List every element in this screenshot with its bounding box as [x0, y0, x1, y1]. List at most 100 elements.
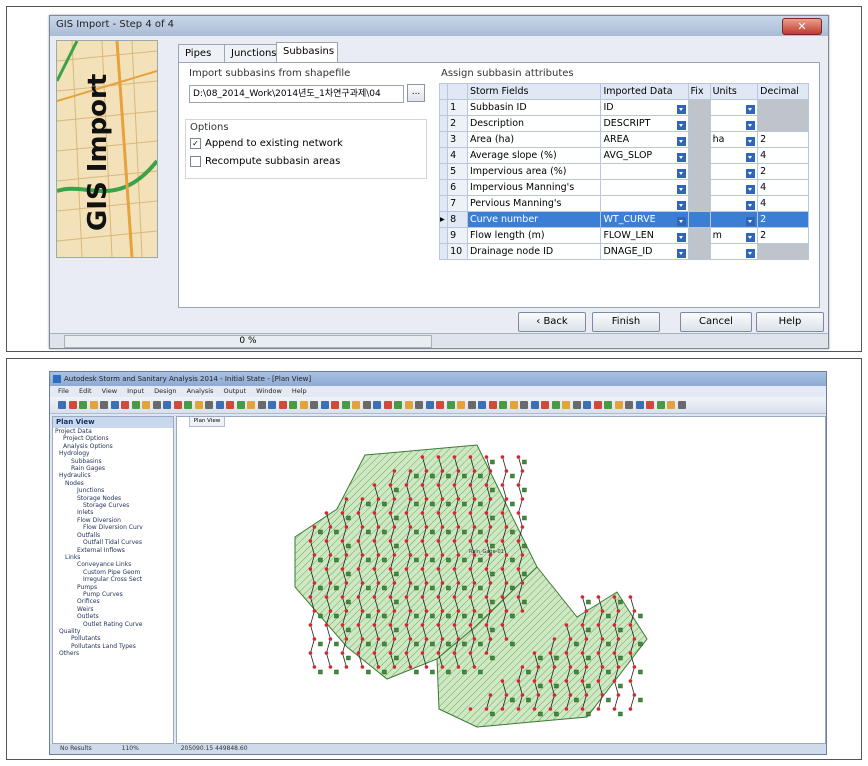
junction-node[interactable] — [388, 511, 393, 515]
subbasin-marker[interactable] — [346, 599, 351, 605]
junction-node[interactable] — [328, 609, 333, 613]
subbasin-marker[interactable] — [446, 529, 451, 535]
subbasin-marker[interactable] — [586, 627, 591, 633]
junction-node[interactable] — [600, 693, 605, 697]
junction-node[interactable] — [616, 693, 621, 697]
junction-node[interactable] — [392, 497, 397, 501]
toolbar-button-icon[interactable] — [236, 401, 245, 409]
dropdown-arrow-icon[interactable] — [676, 136, 686, 146]
junction-node[interactable] — [376, 665, 381, 669]
junction-node[interactable] — [520, 693, 525, 697]
shapefile-path-input[interactable]: D:\08_2014_Work\2014년도_1차연구과제\04 — [189, 85, 404, 103]
tab-pipes[interactable]: Pipes — [178, 44, 226, 62]
menu-edit[interactable]: Edit — [79, 387, 92, 395]
junction-node[interactable] — [612, 651, 617, 655]
dropdown-arrow-icon[interactable] — [746, 152, 756, 162]
junction-node[interactable] — [388, 539, 393, 543]
subbasin-marker[interactable] — [618, 627, 623, 633]
grid-row-10[interactable]: 10 Drainage node ID DNAGE_ID — [438, 243, 809, 260]
subbasin-marker[interactable] — [638, 669, 643, 675]
junction-node[interactable] — [436, 567, 441, 571]
junction-node[interactable] — [596, 679, 601, 683]
subbasin-marker[interactable] — [394, 655, 399, 661]
junction-node[interactable] — [424, 497, 429, 501]
junction-node[interactable] — [468, 595, 473, 599]
toolbar-button-icon[interactable] — [394, 401, 402, 409]
imported-data-cell[interactable]: AVG_SLOP — [600, 147, 689, 164]
junction-node[interactable] — [584, 637, 589, 641]
units-cell[interactable] — [709, 179, 759, 196]
toolbar-button-icon[interactable] — [530, 401, 539, 409]
subbasin-marker[interactable] — [382, 641, 387, 647]
subbasin-marker[interactable] — [366, 501, 371, 507]
pipe-link[interactable] — [310, 652, 315, 668]
junction-node[interactable] — [516, 679, 521, 683]
junction-node[interactable] — [372, 651, 377, 655]
subbasin-marker[interactable] — [586, 683, 591, 689]
subbasin-marker[interactable] — [334, 669, 339, 675]
menu-input[interactable]: Input — [127, 387, 144, 395]
junction-node[interactable] — [404, 567, 409, 571]
dropdown-arrow-icon[interactable] — [746, 216, 756, 226]
pipe-link[interactable] — [502, 456, 507, 472]
junction-node[interactable] — [372, 511, 377, 515]
junction-node[interactable] — [328, 581, 333, 585]
subbasin-marker[interactable] — [346, 571, 351, 577]
junction-node[interactable] — [600, 665, 605, 669]
grid-row-5[interactable]: 5 Impervious area (%) 2 — [438, 163, 809, 180]
subbasin-marker[interactable] — [366, 613, 371, 619]
toolbar-button-icon[interactable] — [551, 401, 560, 409]
toolbar-button-icon[interactable] — [247, 401, 255, 409]
subbasin-marker[interactable] — [394, 487, 399, 493]
tree-item[interactable]: Pollutants — [53, 635, 173, 642]
junction-node[interactable] — [516, 455, 521, 459]
junction-node[interactable] — [568, 693, 573, 697]
subbasin-marker[interactable] — [382, 529, 387, 535]
cancel-button[interactable]: Cancel — [680, 312, 752, 332]
junction-node[interactable] — [408, 469, 413, 473]
junction-node[interactable] — [312, 553, 317, 557]
drainage-network-map[interactable]: Rain_Gage-01 — [177, 417, 825, 743]
junction-node[interactable] — [328, 665, 333, 669]
junction-node[interactable] — [580, 651, 585, 655]
toolbar-button-icon[interactable] — [415, 401, 423, 409]
junction-node[interactable] — [456, 637, 461, 641]
junction-node[interactable] — [340, 567, 345, 571]
junction-node[interactable] — [452, 511, 457, 515]
junction-node[interactable] — [408, 525, 413, 529]
pipe-link[interactable] — [342, 652, 347, 668]
junction-node[interactable] — [468, 707, 473, 711]
junction-node[interactable] — [500, 483, 505, 487]
junction-node[interactable] — [440, 637, 445, 641]
junction-node[interactable] — [600, 609, 605, 613]
junction-node[interactable] — [488, 469, 493, 473]
grid-row-3[interactable]: 3 Area (ha) AREA ha 2 — [438, 131, 809, 148]
junction-node[interactable] — [520, 609, 525, 613]
junction-node[interactable] — [392, 581, 397, 585]
tree-item[interactable]: Pollutants Land Types — [53, 643, 173, 650]
units-cell[interactable] — [709, 99, 759, 116]
junction-node[interactable] — [484, 595, 489, 599]
junction-node[interactable] — [500, 707, 505, 711]
subbasin-marker[interactable] — [490, 655, 495, 661]
decimal-cell[interactable]: 4 — [757, 179, 809, 196]
subbasin-marker[interactable] — [414, 473, 419, 479]
tree-item[interactable]: Weirs — [53, 606, 173, 613]
junction-node[interactable] — [392, 665, 397, 669]
subbasin-marker[interactable] — [554, 711, 559, 717]
subbasin-marker[interactable] — [510, 697, 515, 703]
junction-node[interactable] — [488, 525, 493, 529]
imported-data-cell[interactable]: DESCRIPT — [600, 115, 689, 132]
append-option[interactable]: ✓ Append to existing network — [190, 138, 343, 149]
junction-node[interactable] — [356, 511, 361, 515]
junction-node[interactable] — [372, 483, 377, 487]
header-decimal[interactable]: Decimal — [757, 83, 809, 100]
toolbar-button-icon[interactable] — [152, 401, 161, 409]
junction-node[interactable] — [564, 651, 569, 655]
subbasin-marker[interactable] — [490, 543, 495, 549]
subbasin-marker[interactable] — [318, 613, 323, 619]
tree-item[interactable]: Flow Diversion — [53, 517, 173, 524]
subbasin-marker[interactable] — [462, 641, 467, 647]
toolbar-button-icon[interactable] — [299, 401, 308, 409]
junction-node[interactable] — [456, 469, 461, 473]
